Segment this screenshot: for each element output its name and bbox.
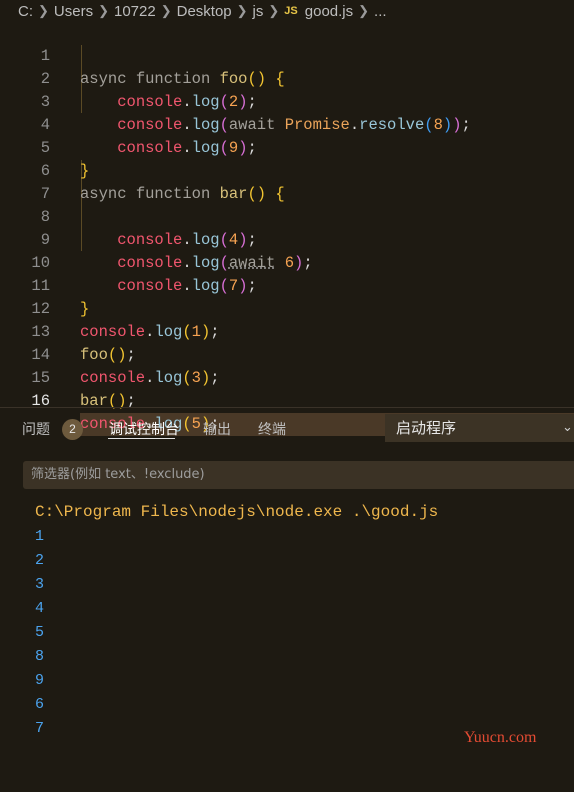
breadcrumb-drive[interactable]: C: <box>18 3 33 20</box>
code-line[interactable]: 10 console.log(7); <box>0 229 574 295</box>
code-line[interactable]: 11 } <box>0 252 574 318</box>
code-line[interactable]: 14 console.log(3); <box>0 321 574 387</box>
console-filter-input[interactable]: 筛选器(例如 text、!exclude) <box>23 461 574 489</box>
console-output-line: 1 <box>35 528 45 545</box>
breadcrumb-more[interactable]: ... <box>374 3 387 20</box>
chevron-right-icon: ❯ <box>160 3 172 18</box>
console-output-line: 9 <box>35 672 45 689</box>
console-output-line: 7 <box>35 720 45 737</box>
code-line[interactable]: 3 console.log(await Promise.resolve(8)); <box>0 68 574 134</box>
breadcrumb-file[interactable]: good.js <box>305 3 353 20</box>
console-output-line: 6 <box>35 696 45 713</box>
js-file-icon: JS <box>284 5 298 17</box>
code-line[interactable]: 15 bar(); <box>0 344 574 410</box>
code-line[interactable]: 8 console.log(4); <box>0 183 574 249</box>
code-line[interactable]: 5 } <box>0 114 574 180</box>
console-output-line: 4 <box>35 600 45 617</box>
breadcrumb-desktop[interactable]: Desktop <box>177 3 232 20</box>
code-line[interactable]: 2 console.log(2); <box>0 45 574 111</box>
code-line[interactable]: 4 console.log(9); <box>0 91 574 157</box>
console-output-line: 2 <box>35 552 45 569</box>
console-output-line: 3 <box>35 576 45 593</box>
breadcrumb-users[interactable]: Users <box>54 3 93 20</box>
code-line[interactable]: 7 <box>0 160 574 203</box>
launch-config-select[interactable]: 启动程序 ⌄ <box>385 414 574 442</box>
breadcrumb: C: ❯ Users ❯ 10722 ❯ Desktop ❯ js ❯ JS g… <box>0 0 574 22</box>
breadcrumb-js-folder[interactable]: js <box>253 3 264 20</box>
chevron-right-icon: ❯ <box>38 3 49 18</box>
code-line-current[interactable]: 16 console.log(5); <box>0 367 574 436</box>
console-output-line: 8 <box>35 648 45 665</box>
console-command: C:\Program Files\nodejs\node.exe .\good.… <box>35 503 439 521</box>
filter-placeholder: 筛选器(例如 text、!exclude) <box>31 467 205 482</box>
chevron-right-icon: ❯ <box>358 3 370 18</box>
chevron-right-icon: ❯ <box>268 3 280 18</box>
chevron-right-icon: ❯ <box>236 3 248 18</box>
chevron-right-icon: ❯ <box>98 3 109 18</box>
code-line[interactable]: 12 console.log(1); <box>0 275 574 341</box>
tab-output[interactable]: 输出 <box>203 419 231 439</box>
chevron-down-icon: ⌄ <box>562 420 573 435</box>
debug-console-output: C:\Program Files\nodejs\node.exe .\good.… <box>0 500 574 760</box>
code-editor[interactable]: 1 async function foo() { 2 console.log(2… <box>0 22 574 436</box>
code-line[interactable]: 9 console.log(await 6); <box>0 206 574 272</box>
active-tab-indicator <box>108 438 175 439</box>
breadcrumb-user-folder[interactable]: 10722 <box>114 3 156 20</box>
watermark: Yuucn.com <box>464 729 537 746</box>
console-output-line: 5 <box>35 624 45 641</box>
tab-debug-console[interactable]: 调试控制台 <box>109 419 179 439</box>
code-line[interactable]: 13 foo(); <box>0 298 574 364</box>
code-line[interactable]: 1 async function foo() { <box>0 22 574 88</box>
tab-terminal[interactable]: 终端 <box>258 419 286 439</box>
code-line[interactable]: 6 async function bar() { <box>0 137 574 203</box>
launch-config-value: 启动程序 <box>396 419 457 437</box>
tab-problems[interactable]: 问题 <box>22 419 50 439</box>
problems-count-badge: 2 <box>62 419 83 440</box>
